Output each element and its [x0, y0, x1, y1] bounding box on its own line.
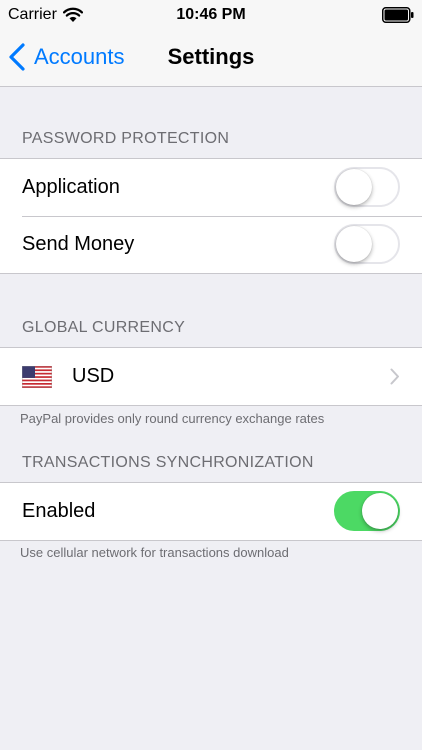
currency-value: USD	[72, 365, 115, 387]
section-header-password: PASSWORD PROTECTION	[22, 130, 230, 147]
currency-cell[interactable]: USD	[0, 348, 422, 405]
sync-footer-note: Use cellular network for transactions do…	[20, 545, 289, 560]
application-toggle[interactable]	[334, 167, 400, 207]
chevron-right-icon	[390, 368, 399, 385]
sync-enabled-toggle[interactable]	[334, 491, 400, 531]
cell-label-application: Application	[22, 176, 120, 198]
cell-application: Application	[0, 159, 422, 216]
password-group: Application Send Money	[0, 158, 422, 274]
us-flag-icon	[22, 365, 52, 388]
send-money-toggle[interactable]	[334, 224, 400, 264]
section-header-currency: GLOBAL CURRENCY	[22, 319, 186, 336]
cell-enabled: Enabled	[0, 483, 422, 540]
sync-group: Enabled	[0, 482, 422, 541]
status-bar: Carrier 10:46 PM	[0, 0, 422, 30]
battery-icon	[382, 7, 414, 23]
section-header-sync: TRANSACTIONS SYNCHRONIZATION	[22, 454, 314, 471]
toggle-knob	[336, 169, 372, 205]
cell-send-money: Send Money	[0, 216, 422, 273]
cell-label-send-money: Send Money	[22, 233, 135, 255]
navigation-bar: Accounts Settings	[0, 30, 422, 87]
cell-label-enabled: Enabled	[22, 500, 96, 522]
toggle-knob	[362, 493, 398, 529]
status-time: 10:46 PM	[176, 6, 246, 23]
currency-footer-note: PayPal provides only round currency exch…	[20, 411, 325, 426]
page-title: Settings	[167, 44, 255, 69]
currency-group: USD	[0, 347, 422, 406]
toggle-knob	[336, 226, 372, 262]
